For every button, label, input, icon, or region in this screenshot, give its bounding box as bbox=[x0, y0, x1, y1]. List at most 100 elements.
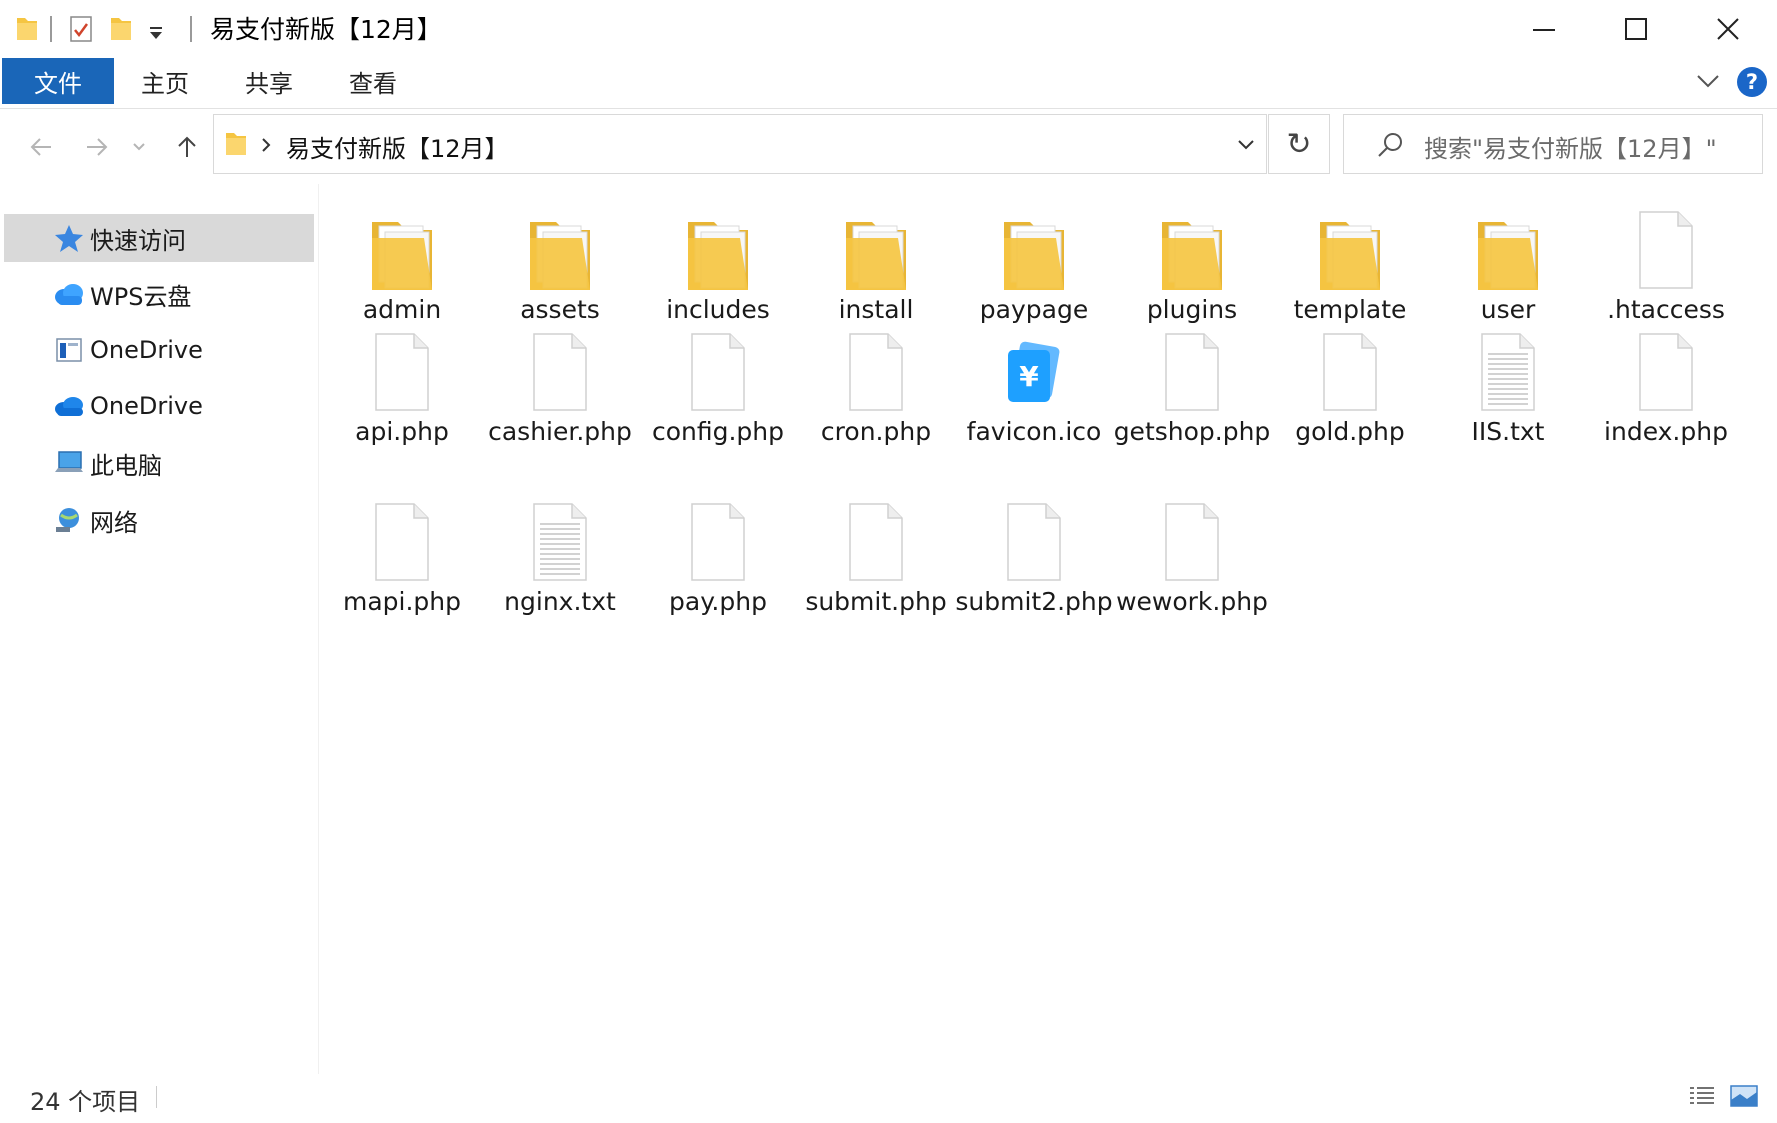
tab-share[interactable]: 共享 bbox=[224, 58, 314, 104]
file-item[interactable]: submit2.php bbox=[955, 494, 1113, 654]
folder-icon bbox=[226, 133, 246, 155]
file-name-label: index.php bbox=[1604, 417, 1728, 446]
sidebar-item-wps-cloud[interactable]: WPS云盘 bbox=[4, 270, 314, 318]
file-icon bbox=[994, 494, 1074, 584]
maximize-button[interactable] bbox=[1590, 0, 1682, 58]
separator bbox=[190, 16, 192, 42]
file-name-label: config.php bbox=[651, 417, 785, 446]
tab-view[interactable]: 查看 bbox=[328, 58, 418, 104]
search-box[interactable]: 搜索"易支付新版【12月】" bbox=[1343, 114, 1763, 174]
close-icon bbox=[1717, 18, 1739, 40]
quick-access-dropdown-icon[interactable] bbox=[146, 20, 166, 50]
file-item[interactable]: cashier.php bbox=[481, 324, 639, 484]
file-name-label: gold.php bbox=[1295, 417, 1405, 446]
file-name-label: assets bbox=[520, 295, 600, 324]
file-icon bbox=[836, 494, 916, 584]
large-icons-view-icon[interactable] bbox=[1728, 1082, 1760, 1110]
address-path[interactable]: 易支付新版【12月】 bbox=[286, 129, 509, 164]
network-icon bbox=[56, 508, 79, 532]
sidebar-item-quick-access[interactable]: 快速访问 bbox=[4, 214, 314, 262]
file-name-label: wework.php bbox=[1116, 587, 1268, 616]
sidebar-item-onedrive-1[interactable]: OneDrive bbox=[4, 326, 314, 374]
expand-ribbon-icon[interactable] bbox=[1693, 66, 1723, 96]
close-button[interactable] bbox=[1682, 0, 1774, 58]
sidebar-item-this-pc[interactable]: 此电脑 bbox=[4, 439, 314, 487]
separator bbox=[156, 1086, 157, 1108]
chevron-right-icon[interactable] bbox=[258, 135, 274, 155]
file-name-label: includes bbox=[666, 295, 770, 324]
navigation-pane: 快速访问 WPS云盘 OneDrive OneDrive 此电脑 网络 bbox=[0, 184, 319, 1074]
tab-file[interactable]: 文件 bbox=[2, 58, 114, 104]
onedrive-window-icon bbox=[56, 338, 82, 362]
onedrive-cloud-icon bbox=[55, 397, 83, 416]
file-name-label: nginx.txt bbox=[504, 587, 616, 616]
file-icon bbox=[678, 324, 758, 414]
ribbon: 文件 主页 共享 查看 ? bbox=[0, 58, 1777, 109]
new-folder-icon[interactable] bbox=[108, 14, 134, 44]
file-icon bbox=[1626, 324, 1706, 414]
forward-arrow-icon bbox=[87, 138, 108, 156]
title-bar: 易支付新版【12月】 bbox=[0, 0, 1777, 58]
file-item[interactable]: ¥ favicon.ico bbox=[955, 324, 1113, 484]
file-name-label: mapi.php bbox=[342, 587, 462, 616]
file-item[interactable]: config.php bbox=[639, 324, 797, 484]
file-item[interactable]: cron.php bbox=[797, 324, 955, 484]
up-button[interactable] bbox=[168, 128, 206, 166]
file-icon bbox=[1626, 202, 1706, 292]
minimize-icon bbox=[1533, 29, 1555, 31]
file-icon bbox=[362, 494, 442, 584]
file-item[interactable]: mapi.php bbox=[323, 494, 481, 654]
folder-icon bbox=[1468, 202, 1548, 292]
file-name-label: plugins bbox=[1146, 295, 1238, 324]
file-item[interactable]: IIS.txt bbox=[1429, 324, 1587, 484]
file-item[interactable]: gold.php bbox=[1271, 324, 1429, 484]
forward-button[interactable] bbox=[78, 128, 116, 166]
file-item[interactable]: getshop.php bbox=[1113, 324, 1271, 484]
file-name-label: IIS.txt bbox=[1471, 417, 1545, 446]
file-item[interactable]: api.php bbox=[323, 324, 481, 484]
chevron-down-icon bbox=[133, 143, 145, 151]
file-item[interactable]: wework.php bbox=[1113, 494, 1271, 654]
search-icon bbox=[1378, 133, 1402, 157]
wps-cloud-icon bbox=[55, 284, 83, 305]
file-icon bbox=[1310, 324, 1390, 414]
sidebar-item-label: 快速访问 bbox=[90, 226, 186, 255]
help-button[interactable]: ? bbox=[1737, 67, 1767, 97]
chevron-down-icon bbox=[1238, 140, 1254, 150]
file-icon bbox=[362, 324, 442, 414]
file-name-label: cashier.php bbox=[488, 417, 632, 446]
separator bbox=[50, 16, 52, 42]
address-bar[interactable]: 易支付新版【12月】 bbox=[213, 114, 1267, 174]
back-button[interactable] bbox=[22, 128, 60, 166]
payment-ico-icon: ¥ bbox=[994, 324, 1074, 414]
search-input[interactable]: 搜索"易支付新版【12月】" bbox=[1424, 129, 1717, 164]
back-arrow-icon bbox=[30, 138, 51, 156]
recent-locations-button[interactable] bbox=[127, 128, 151, 166]
sidebar-item-network[interactable]: 网络 bbox=[4, 496, 314, 544]
file-name-label: install bbox=[838, 295, 914, 324]
properties-icon[interactable] bbox=[68, 14, 94, 44]
file-name-label: cron.php bbox=[820, 417, 932, 446]
file-name-label: getshop.php bbox=[1113, 417, 1271, 446]
file-icon bbox=[1152, 324, 1232, 414]
file-item[interactable]: nginx.txt bbox=[481, 494, 639, 654]
sidebar-item-label: OneDrive bbox=[90, 392, 203, 420]
file-item[interactable]: index.php bbox=[1587, 324, 1745, 484]
file-item[interactable]: pay.php bbox=[639, 494, 797, 654]
file-list-view: admin assets includes install paypage plugins… bbox=[318, 184, 1777, 1074]
tab-home[interactable]: 主页 bbox=[120, 58, 210, 104]
maximize-icon bbox=[1625, 18, 1647, 40]
file-item[interactable]: submit.php bbox=[797, 494, 955, 654]
file-name-label: api.php bbox=[355, 417, 449, 446]
address-history-dropdown[interactable] bbox=[1224, 115, 1268, 173]
sidebar-item-label: OneDrive bbox=[90, 336, 203, 364]
sidebar-item-onedrive-2[interactable]: OneDrive bbox=[4, 382, 314, 430]
refresh-button[interactable]: ↻ bbox=[1268, 114, 1330, 174]
refresh-icon: ↻ bbox=[1286, 126, 1312, 162]
sidebar-item-label: 网络 bbox=[90, 508, 138, 537]
up-arrow-icon bbox=[178, 136, 196, 157]
file-icon bbox=[520, 324, 600, 414]
minimize-button[interactable] bbox=[1498, 0, 1590, 58]
details-view-icon[interactable] bbox=[1686, 1082, 1718, 1110]
file-name-label: favicon.ico bbox=[966, 417, 1102, 446]
